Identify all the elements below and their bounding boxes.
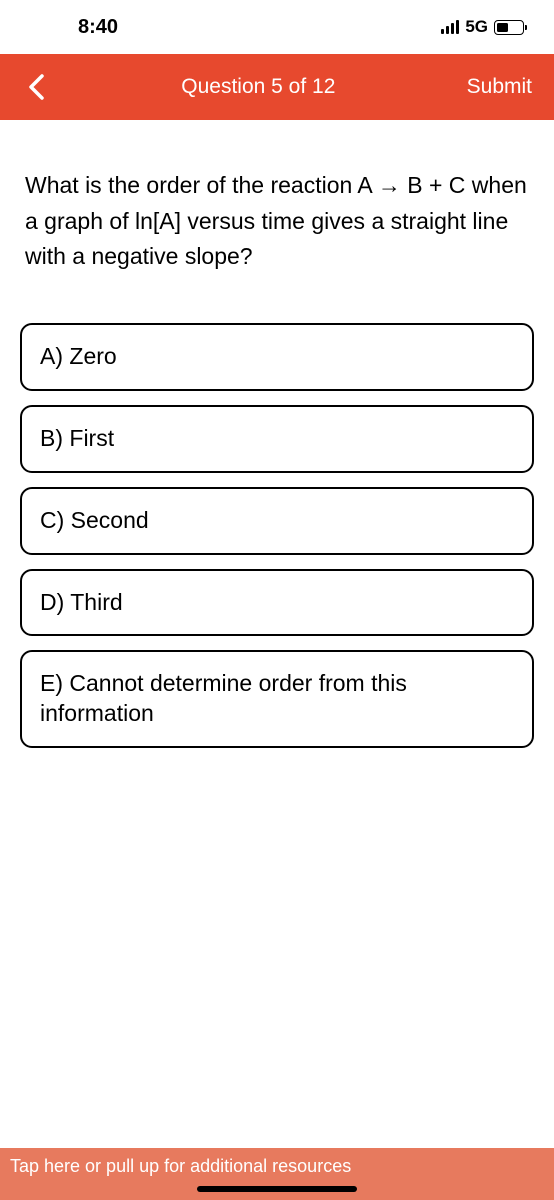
chevron-left-icon bbox=[27, 73, 45, 101]
battery-icon bbox=[494, 20, 524, 35]
status-indicators: 5G bbox=[441, 17, 524, 37]
resources-bar[interactable]: Tap here or pull up for additional resou… bbox=[0, 1148, 554, 1200]
question-text: What is the order of the reaction A → B … bbox=[0, 120, 554, 305]
answer-option-e[interactable]: E) Cannot determine order from this info… bbox=[20, 650, 534, 748]
header-bar: Question 5 of 12 Submit bbox=[0, 54, 554, 120]
answer-option-a[interactable]: A) Zero bbox=[20, 323, 534, 391]
status-time: 8:40 bbox=[38, 16, 118, 39]
answer-option-d[interactable]: D) Third bbox=[20, 569, 534, 637]
submit-button[interactable]: Submit bbox=[467, 75, 532, 99]
network-label: 5G bbox=[465, 17, 488, 37]
answers-list: A) Zero B) First C) Second D) Third E) C… bbox=[0, 305, 554, 748]
status-bar: 8:40 5G bbox=[0, 0, 554, 54]
back-button[interactable] bbox=[22, 73, 50, 101]
signal-icon bbox=[441, 20, 459, 34]
answer-option-b[interactable]: B) First bbox=[20, 405, 534, 473]
home-indicator[interactable] bbox=[197, 1186, 357, 1192]
answer-option-c[interactable]: C) Second bbox=[20, 487, 534, 555]
question-counter: Question 5 of 12 bbox=[181, 75, 335, 99]
resources-label: Tap here or pull up for additional resou… bbox=[10, 1156, 351, 1177]
